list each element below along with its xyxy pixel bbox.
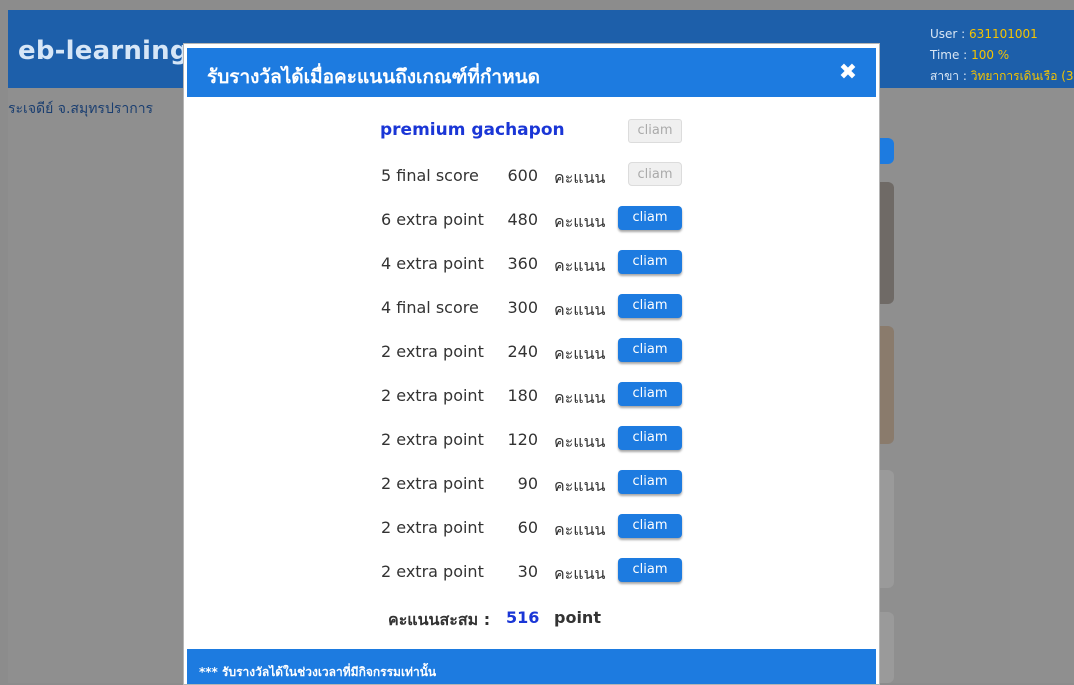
reward-unit: คะแนน (554, 344, 606, 363)
claim-button[interactable]: cliam (618, 426, 682, 450)
user-value: 631101001 (969, 27, 1038, 41)
reward-points: 30 (517, 562, 538, 581)
modal-title: รับรางวัลได้เมื่อคะแนนถึงเกณฑ์ที่กำหนด (207, 66, 540, 88)
reward-row: 4 extra point 360 คะแนน cliam (184, 248, 879, 278)
reward-points: 240 (507, 342, 538, 361)
reward-unit: คะแนน (554, 168, 606, 187)
reward-unit: คะแนน (554, 212, 606, 231)
reward-unit: คะแนน (554, 300, 606, 319)
reward-points: 60 (517, 518, 538, 537)
reward-row: 4 final score 300 คะแนน cliam (184, 292, 879, 322)
time-value: 100 % (971, 48, 1010, 62)
reward-row: 2 extra point 240 คะแนน cliam (184, 336, 879, 366)
claim-button[interactable]: cliam (618, 558, 682, 582)
reward-row: 2 extra point 90 คะแนน cliam (184, 468, 879, 498)
reward-name: 2 extra point (381, 518, 484, 537)
premium-gachapon-label: premium gachapon (380, 120, 565, 140)
claim-button[interactable]: cliam (628, 162, 682, 186)
claim-button[interactable]: cliam (618, 338, 682, 362)
time-label: Time : (930, 48, 968, 62)
reward-points: 120 (507, 430, 538, 449)
user-info: User : 631101001 Time : 100 % สาขา : วิท… (930, 24, 1074, 87)
reward-points: 480 (507, 210, 538, 229)
claim-button[interactable]: cliam (618, 250, 682, 274)
reward-name: 5 final score (381, 166, 479, 185)
premium-claim-button[interactable]: cliam (628, 119, 682, 143)
branch-value: วิทยาการเดินเรือ (3ฯ (970, 69, 1074, 83)
reward-unit: คะแนน (554, 432, 606, 451)
reward-points: 300 (507, 298, 538, 317)
claim-button[interactable]: cliam (618, 470, 682, 494)
user-label: User : (930, 27, 966, 41)
reward-name: 2 extra point (381, 474, 484, 493)
claim-button[interactable]: cliam (618, 294, 682, 318)
reward-unit: คะแนน (554, 476, 606, 495)
reward-name: 2 extra point (381, 386, 484, 405)
claim-button[interactable]: cliam (618, 514, 682, 538)
reward-modal: รับรางวัลได้เมื่อคะแนนถึงเกณฑ์ที่กำหนด ✖… (183, 43, 880, 685)
modal-header: รับรางวัลได้เมื่อคะแนนถึงเกณฑ์ที่กำหนด ✖ (187, 48, 876, 97)
claim-button[interactable]: cliam (618, 382, 682, 406)
reward-name: 2 extra point (381, 430, 484, 449)
reward-points: 600 (507, 166, 538, 185)
reward-name: 4 final score (381, 298, 479, 317)
reward-unit: คะแนน (554, 388, 606, 407)
reward-row: 2 extra point 180 คะแนน cliam (184, 380, 879, 410)
reward-row: 2 extra point 30 คะแนน cliam (184, 556, 879, 586)
total-label: คะแนนสะสม : (388, 610, 491, 629)
reward-points: 360 (507, 254, 538, 273)
school-name: ระเจดีย์ จ.สมุทรปราการ (8, 101, 154, 117)
reward-points: 180 (507, 386, 538, 405)
site-title[interactable]: eb-learning (18, 36, 189, 66)
reward-row: 5 final score 600 คะแนน cliam (184, 160, 879, 190)
reward-row: 2 extra point 60 คะแนน cliam (184, 512, 879, 542)
modal-footer: *** รับรางวัลได้ในช่วงเวลาที่มีกิจกรรมเท… (187, 649, 876, 684)
total-score: คะแนนสะสม : 516 point (184, 606, 879, 632)
reward-name: 2 extra point (381, 562, 484, 581)
branch-label: สาขา : (930, 69, 967, 83)
reward-name: 6 extra point (381, 210, 484, 229)
close-icon[interactable]: ✖ (838, 60, 858, 85)
reward-row: 2 extra point 120 คะแนน cliam (184, 424, 879, 454)
reward-unit: คะแนน (554, 256, 606, 275)
footer-note: *** รับรางวัลได้ในช่วงเวลาที่มีกิจกรรมเท… (199, 665, 437, 679)
reward-points: 90 (517, 474, 538, 493)
reward-unit: คะแนน (554, 520, 606, 539)
reward-unit: คะแนน (554, 564, 606, 583)
reward-row: 6 extra point 480 คะแนน cliam (184, 204, 879, 234)
total-unit: point (554, 608, 601, 627)
reward-name: 2 extra point (381, 342, 484, 361)
reward-name: 4 extra point (381, 254, 484, 273)
total-value: 516 (506, 608, 540, 627)
claim-button[interactable]: cliam (618, 206, 682, 230)
